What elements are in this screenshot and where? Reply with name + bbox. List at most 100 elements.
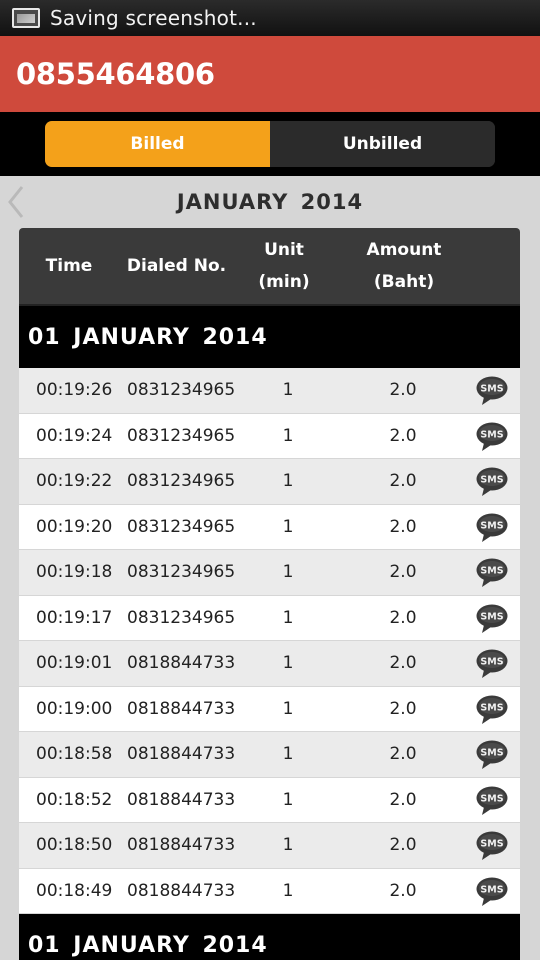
row-amount: 2.0 — [389, 698, 417, 719]
column-header-time: Time — [45, 256, 93, 276]
row-dialed-number: 0831234965 — [127, 380, 236, 400]
sms-icon-label: SMS — [480, 475, 503, 486]
table-row[interactable]: 00:19:01 0818844733 1 2.0 SMS — [19, 641, 520, 687]
row-unit: 1 — [282, 835, 294, 855]
row-time: 00:19:01 — [36, 653, 113, 673]
app-header: 0855464806 — [0, 36, 540, 112]
table-row[interactable]: 00:18:58 0818844733 1 2.0 SMS — [19, 732, 520, 778]
row-amount: 2.0 — [389, 835, 417, 855]
date-group-header: 01 JANUARY 2014 — [19, 306, 520, 368]
sms-icon-label: SMS — [480, 657, 503, 668]
month-title: JANUARY 2014 — [176, 190, 364, 214]
row-unit: 1 — [282, 425, 294, 446]
sms-icon-label: SMS — [480, 702, 503, 713]
sms-icon: SMS — [476, 558, 508, 587]
row-dialed-number: 0831234965 — [127, 471, 236, 491]
sms-icon: SMS — [476, 831, 508, 860]
row-dialed-number: 0818844733 — [127, 789, 236, 810]
date-group-header: 01 JANUARY 2014 — [19, 914, 520, 960]
row-amount: 2.0 — [389, 789, 417, 810]
table-row[interactable]: 00:19:00 0818844733 1 2.0 SMS — [19, 686, 520, 732]
table-row[interactable]: 00:19:24 0831234965 1 2.0 SMS — [19, 413, 520, 459]
row-unit: 1 — [282, 744, 294, 764]
row-unit: 1 — [282, 789, 294, 810]
table-header: Time Dialed No. Unit (min) Amount (Baht) — [19, 228, 520, 306]
row-amount: 2.0 — [389, 380, 417, 400]
unit-header-line2: (min) — [258, 272, 310, 292]
row-time: 00:18:52 — [36, 789, 113, 810]
sms-icon: SMS — [476, 786, 508, 815]
row-dialed-number: 0818844733 — [127, 835, 236, 855]
table-row[interactable]: 00:18:50 0818844733 1 2.0 SMS — [19, 823, 520, 869]
sms-icon-label: SMS — [480, 566, 503, 577]
row-amount: 2.0 — [389, 653, 417, 673]
table-row[interactable]: 00:19:18 0831234965 1 2.0 SMS — [19, 550, 520, 596]
row-dialed-number: 0818844733 — [127, 698, 236, 719]
month-header: JANUARY 2014 — [0, 176, 540, 228]
row-time: 00:19:20 — [36, 516, 113, 537]
sms-icon-label: SMS — [480, 611, 503, 622]
row-time: 00:19:17 — [36, 607, 113, 628]
table-row[interactable]: 00:19:26 0831234965 1 2.0 SMS — [19, 368, 520, 414]
sms-icon-label: SMS — [480, 520, 503, 531]
sms-icon: SMS — [476, 422, 508, 451]
table-row[interactable]: 00:19:17 0831234965 1 2.0 SMS — [19, 595, 520, 641]
date-group-label: 01 JANUARY 2014 — [28, 324, 268, 350]
sms-icon-label: SMS — [480, 384, 503, 395]
sms-icon: SMS — [476, 649, 508, 678]
row-unit: 1 — [282, 607, 294, 628]
row-time: 00:18:58 — [36, 744, 113, 764]
sms-icon: SMS — [476, 740, 508, 769]
row-time: 00:19:22 — [36, 471, 113, 491]
screenshot-icon — [12, 8, 40, 28]
unit-header-line1: Unit — [264, 240, 304, 260]
call-log-table: Time Dialed No. Unit (min) Amount (Baht)… — [19, 228, 520, 960]
row-time: 00:19:24 — [36, 425, 113, 446]
row-dialed-number: 0831234965 — [127, 562, 236, 582]
row-unit: 1 — [282, 516, 294, 537]
row-amount: 2.0 — [389, 607, 417, 628]
sms-icon: SMS — [476, 467, 508, 496]
sms-icon: SMS — [476, 604, 508, 633]
column-header-unit: Unit (min) — [249, 234, 319, 298]
table-row[interactable]: 00:18:49 0818844733 1 2.0 SMS — [19, 868, 520, 914]
row-dialed-number: 0818844733 — [127, 880, 236, 901]
table-row[interactable]: 00:19:22 0831234965 1 2.0 SMS — [19, 459, 520, 505]
table-row[interactable]: 00:18:52 0818844733 1 2.0 SMS — [19, 777, 520, 823]
sms-icon: SMS — [476, 695, 508, 724]
sms-icon-label: SMS — [480, 839, 503, 850]
chevron-left-icon[interactable] — [6, 184, 26, 220]
tab-billed[interactable]: Billed — [45, 121, 270, 167]
row-unit: 1 — [282, 380, 294, 400]
sms-icon-label: SMS — [480, 793, 503, 804]
row-dialed-number: 0818844733 — [127, 744, 236, 764]
sms-icon-label: SMS — [480, 748, 503, 759]
row-amount: 2.0 — [389, 744, 417, 764]
table-body: 00:19:26 0831234965 1 2.0 SMS 00:19:24 0831234… — [19, 368, 520, 914]
tab-bar: Billed Unbilled — [0, 112, 540, 176]
row-time: 00:19:18 — [36, 562, 113, 582]
column-header-dialed-no: Dialed No. — [126, 256, 227, 276]
sms-icon: SMS — [476, 376, 508, 405]
row-time: 00:19:00 — [36, 698, 113, 719]
amount-header-line1: Amount — [366, 240, 442, 260]
row-amount: 2.0 — [389, 471, 417, 491]
row-amount: 2.0 — [389, 516, 417, 537]
status-text: Saving screenshot... — [50, 6, 257, 30]
row-time: 00:18:49 — [36, 880, 113, 901]
row-dialed-number: 0831234965 — [127, 425, 236, 446]
table-row[interactable]: 00:19:20 0831234965 1 2.0 SMS — [19, 504, 520, 550]
sms-icon: SMS — [476, 877, 508, 906]
column-header-amount: Amount (Baht) — [354, 234, 454, 298]
billing-toggle: Billed Unbilled — [45, 121, 495, 167]
row-unit: 1 — [282, 698, 294, 719]
row-dialed-number: 0818844733 — [127, 653, 236, 673]
sms-icon: SMS — [476, 513, 508, 542]
tab-unbilled[interactable]: Unbilled — [270, 121, 495, 167]
row-amount: 2.0 — [389, 425, 417, 446]
row-dialed-number: 0831234965 — [127, 607, 236, 628]
sms-icon-label: SMS — [480, 884, 503, 895]
status-bar: Saving screenshot... — [0, 0, 540, 36]
row-time: 00:18:50 — [36, 835, 113, 855]
row-unit: 1 — [282, 653, 294, 673]
